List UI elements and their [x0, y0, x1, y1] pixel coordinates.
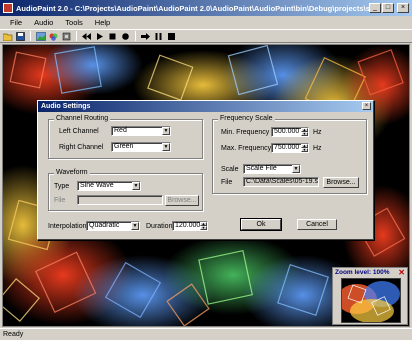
- max-frequency-unit: Hz: [313, 145, 322, 152]
- zoom-thumbnail[interactable]: [341, 278, 401, 323]
- waveform-label: Waveform: [54, 169, 90, 176]
- min-frequency-spinner[interactable]: 500.000 ▲ ▼: [271, 127, 309, 137]
- frequency-scale-group: Frequency Scale Min. Frequency 500.000 ▲…: [212, 115, 367, 194]
- toolbar-separator: [30, 31, 31, 41]
- menubar: File Audio Tools Help: [0, 16, 412, 29]
- zoom-level-label: Zoom level: 100%: [335, 269, 390, 276]
- waveform-file-label: File: [54, 197, 66, 204]
- scale-browse-button[interactable]: Browse...: [323, 177, 359, 188]
- save-icon[interactable]: [15, 31, 26, 42]
- menu-help[interactable]: Help: [89, 18, 116, 27]
- window-titlebar: AudioPaint 2.0 - C:\Projects\AudioPaint\…: [0, 0, 412, 16]
- minimize-button[interactable]: _: [369, 3, 381, 13]
- audio-settings-dialog: Audio Settings × Channel Routing Left Ch…: [37, 100, 374, 240]
- right-channel-select[interactable]: Green ▼: [111, 142, 171, 152]
- loop-icon[interactable]: [166, 31, 177, 42]
- export-icon[interactable]: [140, 31, 151, 42]
- chevron-down-icon: ▼: [131, 222, 139, 230]
- left-channel-select[interactable]: Red ▼: [111, 126, 171, 136]
- channel-routing-group: Channel Routing Left Channel Red ▼ Right…: [48, 115, 203, 159]
- left-channel-label: Left Channel: [59, 128, 99, 135]
- zoom-preview-panel: Zoom level: 100% ✕: [332, 267, 408, 325]
- menu-audio[interactable]: Audio: [28, 18, 59, 27]
- scale-select[interactable]: Scale File ▼: [243, 164, 301, 174]
- chevron-down-icon: ▼: [162, 143, 170, 151]
- stop-icon[interactable]: [107, 31, 118, 42]
- maximize-button[interactable]: □: [382, 3, 394, 13]
- channel-routing-label: Channel Routing: [54, 115, 111, 122]
- duration-label: Duration: [146, 223, 173, 230]
- waveform-browse-button[interactable]: Browse...: [165, 195, 199, 206]
- color-icon[interactable]: [48, 31, 59, 42]
- status-bar: Ready: [0, 328, 412, 340]
- duration-spinner[interactable]: 120.000 ▲ ▼: [172, 221, 208, 231]
- scale-label: Scale: [221, 166, 239, 173]
- max-frequency-spinner[interactable]: 750.000 ▲ ▼: [271, 143, 309, 153]
- ok-button[interactable]: Ok: [240, 218, 282, 231]
- spin-down-icon[interactable]: ▼: [301, 132, 308, 136]
- interpolation-label: Interpolation: [48, 223, 87, 230]
- menu-tools[interactable]: Tools: [59, 18, 89, 27]
- chevron-down-icon: ▼: [292, 165, 300, 173]
- dialog-title: Audio Settings: [38, 101, 373, 112]
- toolbar-separator: [135, 31, 136, 41]
- interpolation-select[interactable]: Quadratic ▼: [86, 221, 140, 231]
- settings-icon[interactable]: [61, 31, 72, 42]
- toolbar: [0, 29, 412, 43]
- rewind-icon[interactable]: [81, 31, 92, 42]
- play-icon[interactable]: [94, 31, 105, 42]
- app-icon: [3, 3, 13, 13]
- min-frequency-unit: Hz: [313, 129, 322, 136]
- min-frequency-label: Min. Frequency: [221, 129, 270, 136]
- waveform-file-field[interactable]: [77, 195, 163, 205]
- right-channel-label: Right Channel: [59, 144, 104, 151]
- dialog-close-button[interactable]: ×: [362, 102, 371, 110]
- window-title: AudioPaint 2.0 - C:\Projects\AudioPaint\…: [16, 3, 369, 13]
- spin-down-icon[interactable]: ▼: [200, 226, 207, 230]
- waveform-type-label: Type: [54, 183, 70, 190]
- waveform-type-select[interactable]: Sine Wave ▼: [77, 181, 141, 191]
- zoom-close-icon[interactable]: ✕: [398, 269, 405, 277]
- toolbar-separator: [76, 31, 77, 41]
- scale-file-field[interactable]: C:\Data\Scales\05-19.scl: [243, 177, 319, 187]
- chevron-down-icon: ▼: [162, 127, 170, 135]
- cancel-button[interactable]: Cancel: [297, 219, 337, 230]
- image-icon[interactable]: [35, 31, 46, 42]
- open-icon[interactable]: [2, 31, 13, 42]
- close-button[interactable]: ×: [397, 3, 409, 13]
- frequency-scale-label: Frequency Scale: [218, 115, 275, 122]
- max-frequency-label: Max. Frequency: [221, 145, 272, 152]
- menu-file[interactable]: File: [4, 18, 28, 27]
- record-icon[interactable]: [120, 31, 131, 42]
- scale-file-label: File: [221, 179, 233, 186]
- chevron-down-icon: ▼: [132, 182, 140, 190]
- spin-down-icon[interactable]: ▼: [301, 148, 308, 152]
- waveform-group: Waveform Type Sine Wave ▼ File Browse...: [48, 169, 203, 211]
- pause-icon[interactable]: [153, 31, 164, 42]
